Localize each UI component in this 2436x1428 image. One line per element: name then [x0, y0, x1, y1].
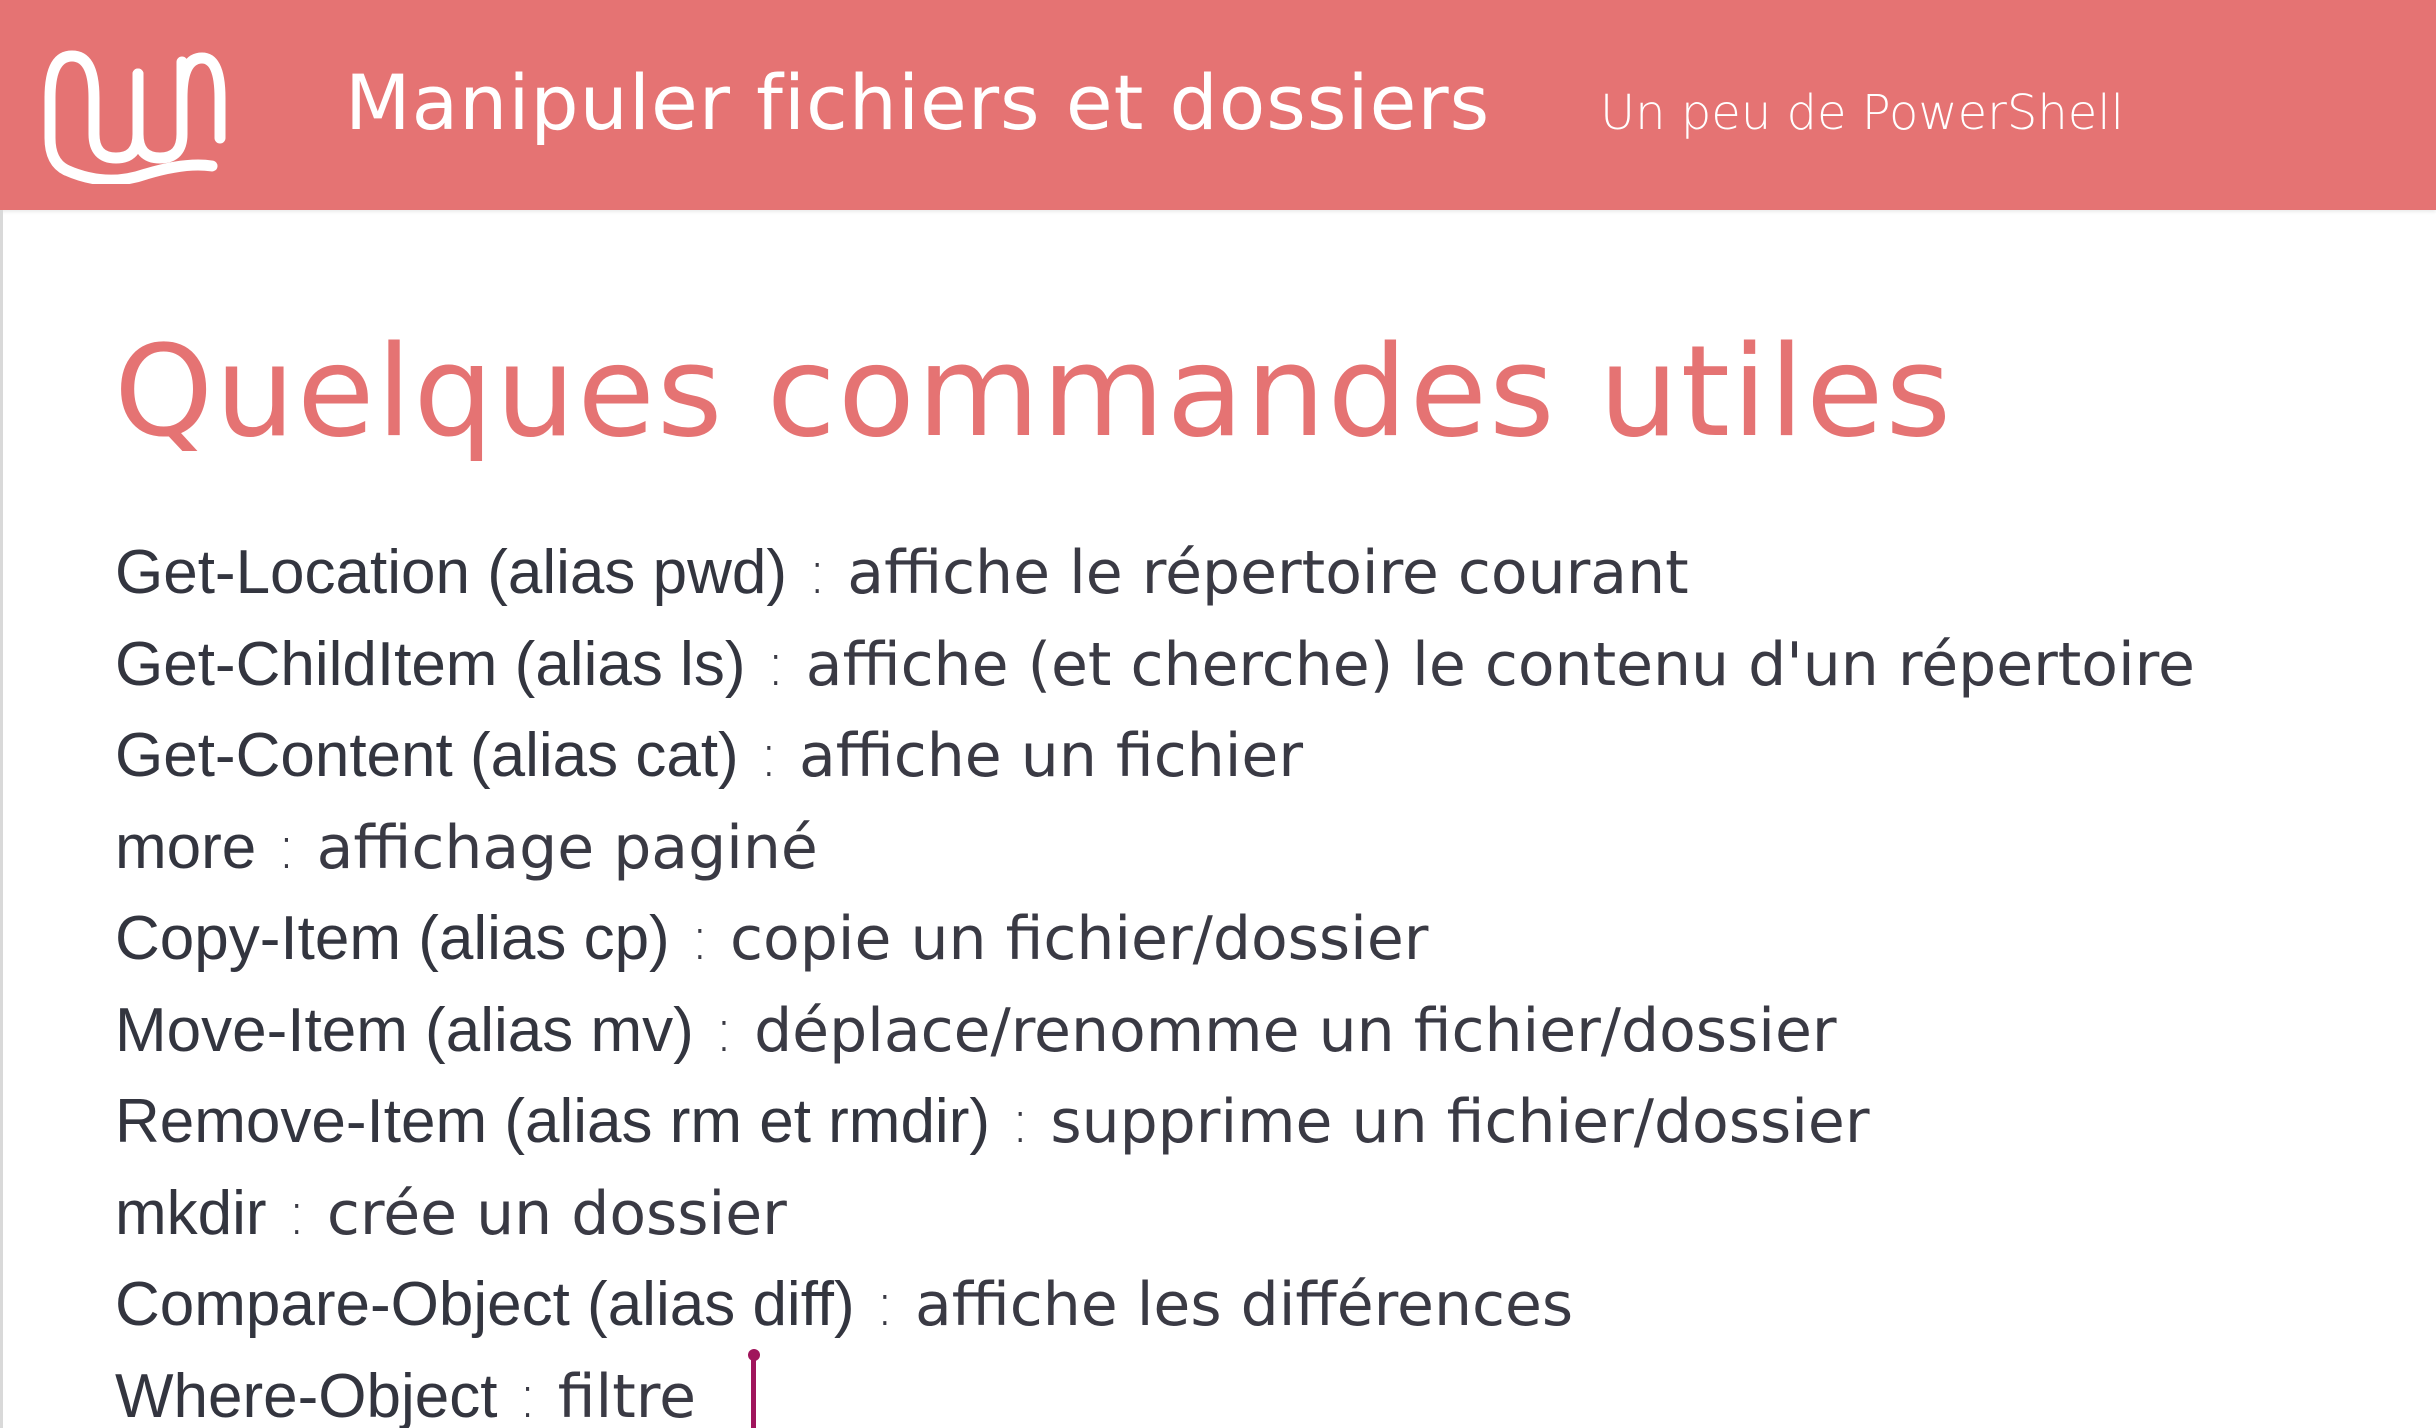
command-name: Where-Object [115, 1361, 498, 1428]
presentation-title: Manipuler fichiers et dossiers [345, 58, 1491, 147]
command-name: mkdir [115, 1178, 267, 1248]
left-border [0, 210, 3, 1428]
command-name: Compare-Object (alias diff) [115, 1270, 855, 1339]
presentation-subtitle: Un peu de PowerShell [1600, 85, 2124, 141]
list-item: Get-ChildItem (alias ls) : affiche (et c… [115, 626, 2195, 720]
slide-header: Manipuler fichiers et dossiers Un peu de… [0, 0, 2436, 210]
command-description: affiche (et cherche) le contenu d'un rép… [805, 629, 2195, 700]
command-description: filtre [557, 1361, 697, 1428]
separator: : [693, 992, 755, 1066]
command-name: more [115, 812, 257, 882]
command-name: Move-Item (alias mv) [115, 995, 694, 1065]
list-item: Get-Content (alias cat) : affiche un fic… [115, 719, 2195, 811]
command-name: Get-Content (alias cat) [115, 721, 739, 790]
list-item: Where-Object : filtre [115, 1358, 2195, 1428]
list-item: Remove-Item (alias rm et rmdir) : suppri… [115, 1085, 2195, 1177]
separator: : [738, 718, 800, 791]
command-name: Get-ChildItem (alias ls) [115, 629, 746, 699]
command-name: Remove-Item (alias rm et rmdir) [115, 1087, 990, 1156]
separator: : [497, 1358, 558, 1428]
text-cursor-icon [748, 1349, 760, 1428]
list-item: Move-Item (alias mv) : déplace/renomme u… [115, 992, 2195, 1086]
list-item: Copy-Item (alias cp) : copie un fichier/… [115, 902, 2195, 994]
separator: : [854, 1267, 915, 1340]
command-description: crée un dossier [326, 1178, 787, 1249]
separator: : [256, 809, 317, 883]
command-description: copie un fichier/dossier [730, 904, 1429, 974]
command-name: Get-Location (alias pwd) [115, 538, 787, 607]
command-description: supprime un fichier/dossier [1050, 1087, 1870, 1157]
list-item: mkdir : crée un dossier [115, 1175, 2195, 1269]
command-description: affiche le répertoire courant [847, 538, 1689, 608]
slide-page: Manipuler fichiers et dossiers Un peu de… [0, 0, 2436, 1428]
command-name: Copy-Item (alias cp) [115, 904, 670, 973]
list-item: Get-Location (alias pwd) : affiche le ré… [115, 536, 2195, 628]
separator: : [266, 1175, 327, 1249]
separator: : [990, 1084, 1051, 1157]
command-description: affiche un fichier [799, 721, 1303, 791]
command-description: affiche les différences [914, 1270, 1574, 1340]
wavy-logo-icon [44, 50, 226, 184]
list-item: more : affichage paginé [115, 809, 2195, 903]
separator: : [786, 535, 848, 608]
separator: : [669, 901, 731, 974]
separator: : [745, 626, 806, 700]
list-item: Compare-Object (alias diff) : affiche le… [115, 1268, 2195, 1360]
slide-title: Quelques commandes utiles [114, 318, 1954, 465]
command-description: déplace/renomme un fichier/dossier [754, 995, 1837, 1066]
command-list: Get-Location (alias pwd) : affiche le ré… [115, 536, 2195, 1428]
command-description: affichage paginé [316, 812, 818, 883]
